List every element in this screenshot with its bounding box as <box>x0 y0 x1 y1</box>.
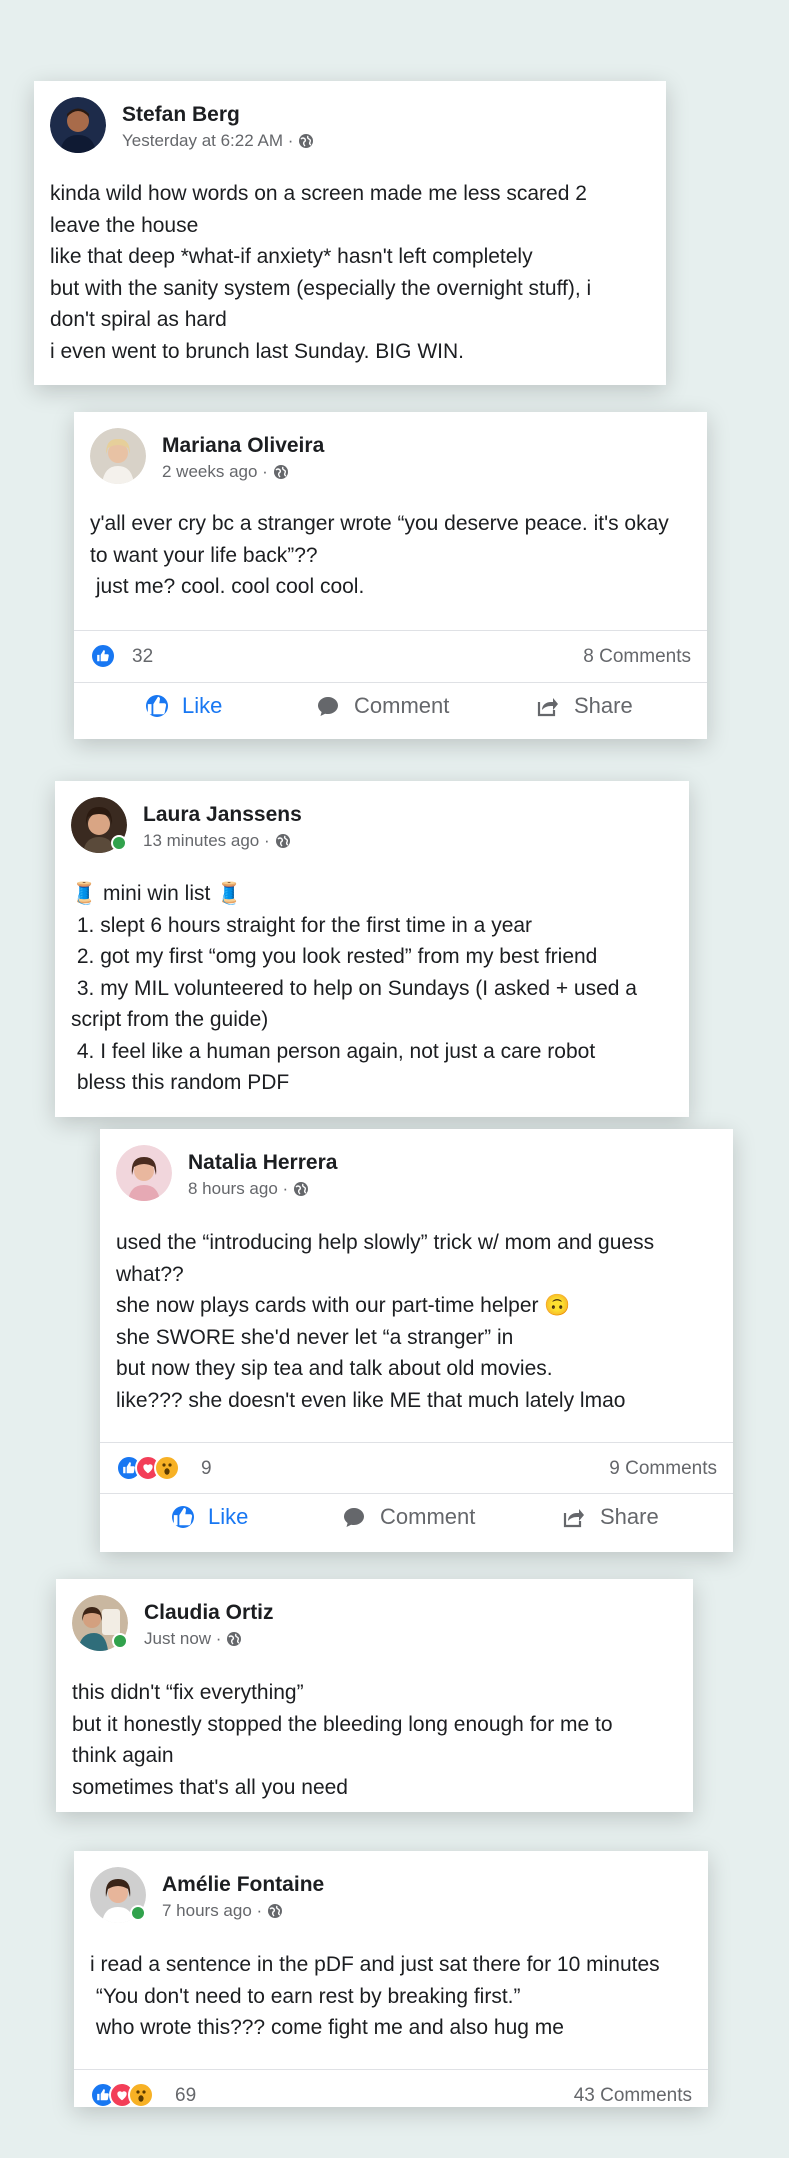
reaction-icons[interactable] <box>90 643 116 669</box>
avatar-image <box>90 428 146 484</box>
author-name[interactable]: Amélie Fontaine <box>162 1873 324 1897</box>
post-meta: Yesterday at 6:22 AM · <box>122 131 314 151</box>
comment-count[interactable]: 8 Comments <box>583 646 691 668</box>
post-text: y'all ever cry bc a stranger wrote “you … <box>90 512 669 598</box>
wow-icon <box>154 1455 180 1481</box>
comment-count[interactable]: 9 Comments <box>609 1458 717 1480</box>
online-status-dot <box>111 835 127 851</box>
globe-icon <box>226 1631 242 1647</box>
post-card: Amélie Fontaine 7 hours ago · i read a s… <box>74 1851 708 2107</box>
wow-icon <box>128 2082 154 2107</box>
post-card: Laura Janssens 13 minutes ago · 🧵 mini w… <box>55 781 689 1117</box>
action-bar: Like Comment Share <box>100 1493 733 1546</box>
globe-icon <box>293 1181 309 1197</box>
post-meta: 7 hours ago · <box>162 1901 283 1921</box>
like-label: Like <box>208 1504 249 1529</box>
avatar[interactable] <box>90 428 146 484</box>
avatar[interactable] <box>50 97 106 153</box>
comment-count[interactable]: 43 Comments <box>574 2085 692 2107</box>
author-name[interactable]: Mariana Oliveira <box>162 434 324 458</box>
post-text: 🧵 mini win list 🧵 1. slept 6 hours strai… <box>71 882 637 1094</box>
share-button[interactable]: Share <box>562 1504 659 1530</box>
post-text: used the “introducing help slowly” trick… <box>116 1231 655 1412</box>
post-card: Mariana Oliveira 2 weeks ago · y'all eve… <box>74 412 707 739</box>
post-card: Natalia Herrera 8 hours ago · used the “… <box>100 1129 733 1552</box>
comment-button[interactable]: Comment <box>316 693 449 719</box>
reaction-icons[interactable] <box>90 2082 154 2107</box>
avatar[interactable] <box>116 1145 172 1201</box>
avatar-image <box>116 1145 172 1201</box>
online-status-dot <box>130 1905 146 1921</box>
share-arrow-icon <box>536 694 560 718</box>
comment-button[interactable]: Comment <box>342 1504 475 1530</box>
reactions-bar: 69 43 Comments <box>74 2069 708 2107</box>
globe-icon <box>267 1903 283 1919</box>
share-button[interactable]: Share <box>536 693 633 719</box>
post-meta: Just now · <box>144 1629 242 1649</box>
post-text: kinda wild how words on a screen made me… <box>50 182 592 363</box>
thumbs-up-icon <box>90 643 116 669</box>
comment-bubble-icon <box>316 694 340 718</box>
avatar-image <box>50 97 106 153</box>
share-arrow-icon <box>562 1505 586 1529</box>
thumbs-up-icon <box>172 1506 194 1528</box>
reaction-count[interactable]: 32 <box>132 646 153 668</box>
avatar[interactable] <box>71 797 127 853</box>
thumbs-up-icon <box>146 695 168 717</box>
like-label: Like <box>182 693 223 718</box>
comment-label: Comment <box>354 693 450 718</box>
post-card: Claudia Ortiz Just now · this didn't “fi… <box>56 1579 693 1812</box>
reaction-count[interactable]: 69 <box>175 2085 196 2107</box>
comment-label: Comment <box>380 1504 476 1529</box>
reaction-icons[interactable] <box>116 1455 180 1481</box>
author-name[interactable]: Laura Janssens <box>143 803 302 827</box>
globe-icon <box>273 464 289 480</box>
like-button[interactable]: Like <box>172 1504 248 1530</box>
post-time[interactable]: 7 hours ago · <box>162 1901 262 1921</box>
author-name[interactable]: Claudia Ortiz <box>144 1601 274 1625</box>
post-time[interactable]: 8 hours ago · <box>188 1179 288 1199</box>
post-time[interactable]: Yesterday at 6:22 AM · <box>122 131 293 151</box>
reaction-count[interactable]: 9 <box>201 1458 212 1480</box>
comment-bubble-icon <box>342 1505 366 1529</box>
reactions-bar: 32 8 Comments <box>74 630 707 683</box>
avatar[interactable] <box>90 1867 146 1923</box>
avatar[interactable] <box>72 1595 128 1651</box>
post-meta: 8 hours ago · <box>188 1179 309 1199</box>
online-status-dot <box>112 1633 128 1649</box>
action-bar: Like Comment Share <box>74 682 707 735</box>
post-time[interactable]: 13 minutes ago · <box>143 831 270 851</box>
post-text: this didn't “fix everything” but it hone… <box>72 1681 613 1799</box>
share-label: Share <box>600 1504 659 1529</box>
author-name[interactable]: Natalia Herrera <box>188 1151 337 1175</box>
like-button[interactable]: Like <box>146 693 222 719</box>
post-meta: 2 weeks ago · <box>162 462 289 482</box>
globe-icon <box>275 833 291 849</box>
author-name[interactable]: Stefan Berg <box>122 103 240 127</box>
post-card: Stefan Berg Yesterday at 6:22 AM · kinda… <box>34 81 666 385</box>
post-time[interactable]: Just now · <box>144 1629 221 1649</box>
post-time[interactable]: 2 weeks ago · <box>162 462 268 482</box>
globe-icon <box>298 133 314 149</box>
post-meta: 13 minutes ago · <box>143 831 291 851</box>
post-text: i read a sentence in the pDF and just sa… <box>90 1953 660 2039</box>
share-label: Share <box>574 693 633 718</box>
reactions-bar: 9 9 Comments <box>100 1442 733 1495</box>
